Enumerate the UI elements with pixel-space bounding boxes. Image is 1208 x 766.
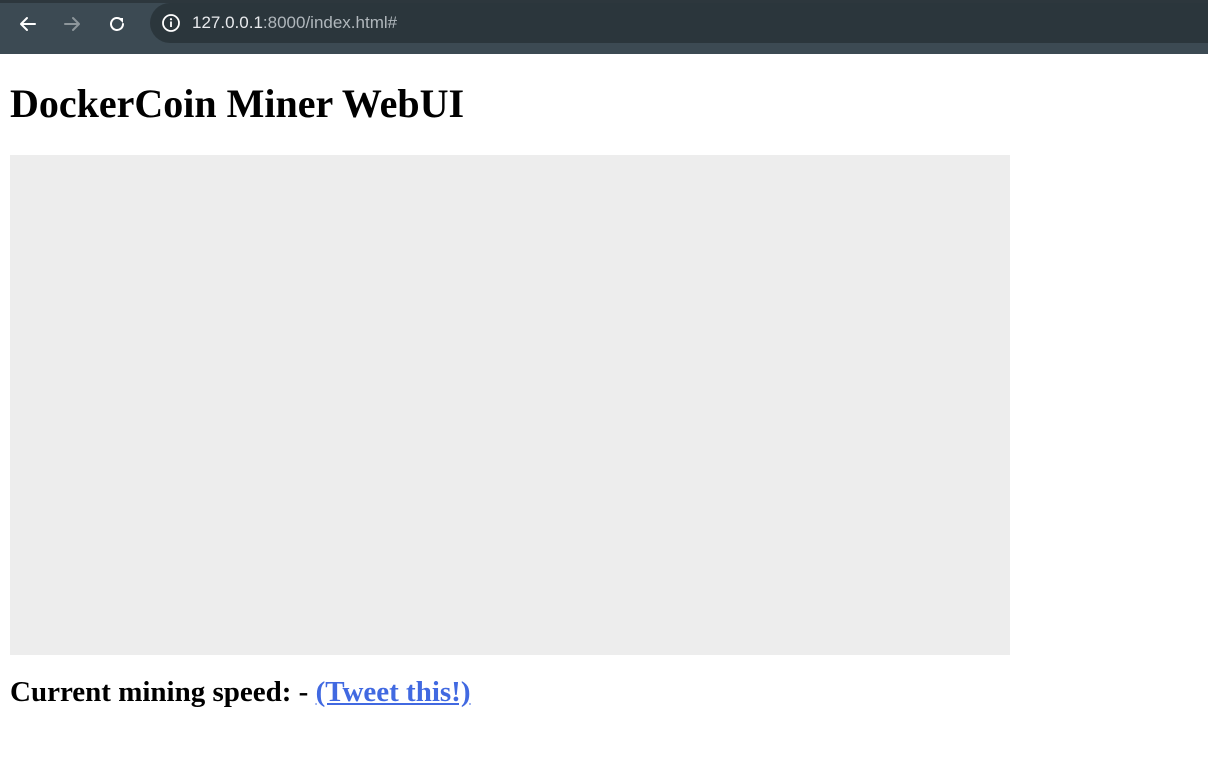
forward-button[interactable] (55, 7, 89, 41)
url-host: 127.0.0.1 (192, 13, 263, 32)
speed-value: - (298, 676, 309, 708)
back-button[interactable] (11, 7, 45, 41)
browser-toolbar-edge (0, 46, 1208, 54)
speed-label: Current mining speed: (10, 676, 292, 708)
info-icon[interactable] (158, 10, 184, 36)
reload-icon (110, 17, 124, 31)
url-path: :8000/index.html# (262, 13, 398, 32)
address-bar[interactable]: 127.0.0.1:8000/index.html# (150, 3, 1208, 43)
mining-graph (10, 155, 1010, 655)
forward-arrow-icon (64, 17, 80, 31)
tweet-this-link[interactable]: (Tweet this!) (316, 676, 471, 708)
mining-speed-line: Current mining speed: - (Tweet this!) (10, 676, 470, 709)
page-title: DockerCoin Miner WebUI (10, 81, 465, 126)
reload-button[interactable] (100, 7, 134, 41)
url-text[interactable]: 127.0.0.1:8000/index.html# (192, 13, 397, 33)
back-arrow-icon (20, 17, 36, 31)
